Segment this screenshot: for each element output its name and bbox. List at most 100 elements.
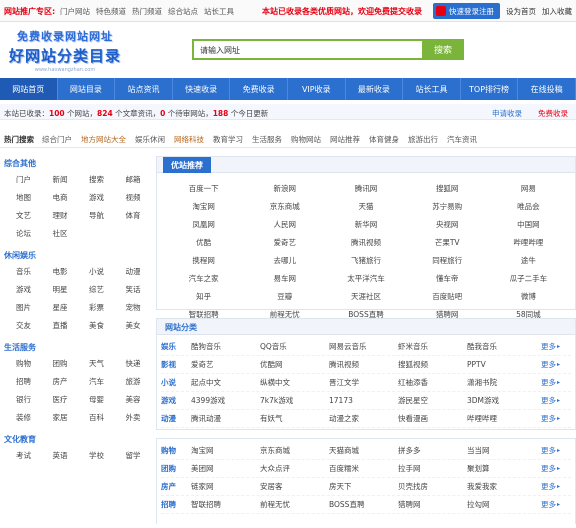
- add-favorite-link[interactable]: 加入收藏: [542, 6, 572, 17]
- sidebar-link[interactable]: 地图: [4, 188, 41, 206]
- site-link[interactable]: 4399游戏: [191, 395, 260, 406]
- recommended-site-link[interactable]: 同程旅行: [407, 251, 488, 269]
- recommended-site-link[interactable]: 网易: [488, 179, 569, 197]
- sidebar-link[interactable]: 文艺: [4, 206, 41, 224]
- recommended-site-link[interactable]: 天猫: [325, 197, 406, 215]
- site-link[interactable]: 7k7k游戏: [260, 395, 329, 406]
- sidebar-link[interactable]: 图片: [4, 298, 41, 316]
- recommended-site-link[interactable]: 知乎: [163, 287, 244, 305]
- site-link[interactable]: 百度糯米: [329, 463, 398, 474]
- free-submit-link[interactable]: 免费收录: [538, 108, 568, 119]
- sidebar-link[interactable]: 英语: [41, 446, 78, 464]
- sidebar-link[interactable]: 家居: [41, 408, 78, 426]
- hot-search-link[interactable]: 汽车资讯: [447, 134, 477, 145]
- site-link[interactable]: 腾讯动漫: [191, 413, 260, 424]
- row-category-label[interactable]: 小说: [161, 377, 191, 388]
- sidebar-link[interactable]: 电商: [41, 188, 78, 206]
- sidebar-link[interactable]: 新闻: [41, 170, 78, 188]
- apply-link[interactable]: 申请收录: [492, 108, 522, 119]
- top-link[interactable]: 站长工具: [204, 6, 234, 17]
- site-link[interactable]: 天猫商城: [329, 445, 398, 456]
- recommended-site-link[interactable]: 百度一下: [163, 179, 244, 197]
- nav-item[interactable]: 站点资讯: [115, 78, 173, 100]
- more-link[interactable]: 更多 ▸: [541, 377, 571, 388]
- site-notice[interactable]: 本站已收录各类优质网站，欢迎免费提交收录: [262, 6, 422, 17]
- sidebar-link[interactable]: 理财: [41, 206, 78, 224]
- site-link[interactable]: 京东商城: [260, 445, 329, 456]
- recommended-site-link[interactable]: 豆瓣: [244, 287, 325, 305]
- hot-search-link[interactable]: 地方网站大全: [81, 134, 126, 145]
- recommended-site-link[interactable]: 淘宝网: [163, 197, 244, 215]
- sidebar-section-title[interactable]: 文化教育: [4, 432, 150, 446]
- nav-item[interactable]: TOP排行榜: [461, 78, 519, 100]
- sidebar-link[interactable]: 论坛: [4, 224, 41, 242]
- nav-item[interactable]: 最新收录: [346, 78, 404, 100]
- sidebar-link[interactable]: 银行: [4, 390, 41, 408]
- more-link[interactable]: 更多 ▸: [541, 499, 571, 510]
- sidebar-link[interactable]: 房产: [41, 372, 78, 390]
- quick-login-button[interactable]: 快速登录注册: [433, 3, 500, 19]
- site-link[interactable]: 纵横中文: [260, 377, 329, 388]
- hot-search-link[interactable]: 娱乐休闲: [135, 134, 165, 145]
- recommended-site-link[interactable]: 新浪网: [244, 179, 325, 197]
- site-link[interactable]: 优酷网: [260, 359, 329, 370]
- sidebar-link[interactable]: 小说: [77, 262, 114, 280]
- site-link[interactable]: 有妖气: [260, 413, 329, 424]
- hot-search-link[interactable]: 教育学习: [213, 134, 243, 145]
- site-logo[interactable]: 免费收录网站网址 好网站分类目录 www.haowangzhan.com: [6, 28, 124, 73]
- recommended-tab[interactable]: 优站推荐: [163, 157, 211, 173]
- sidebar-link[interactable]: 邮箱: [114, 170, 151, 188]
- sidebar-link[interactable]: 游戏: [77, 188, 114, 206]
- site-link[interactable]: 腾讯视频: [329, 359, 398, 370]
- site-link[interactable]: 游民星空: [398, 395, 467, 406]
- sidebar-link[interactable]: 星座: [41, 298, 78, 316]
- sidebar-link[interactable]: 社区: [41, 224, 78, 242]
- site-link[interactable]: 大众点评: [260, 463, 329, 474]
- recommended-site-link[interactable]: 苏宁易购: [407, 197, 488, 215]
- site-link[interactable]: 拉手网: [398, 463, 467, 474]
- row-category-label[interactable]: 游戏: [161, 395, 191, 406]
- hot-search-link[interactable]: 网站推荐: [330, 134, 360, 145]
- site-link[interactable]: 搜狐视频: [398, 359, 467, 370]
- site-link[interactable]: 聚划算: [467, 463, 536, 474]
- row-category-label[interactable]: 娱乐: [161, 341, 191, 352]
- site-link[interactable]: 17173: [329, 396, 398, 405]
- sidebar-link[interactable]: 动漫: [114, 262, 151, 280]
- sidebar-link[interactable]: 笑话: [114, 280, 151, 298]
- sidebar-section-title[interactable]: 综合其他: [4, 156, 150, 170]
- row-category-label[interactable]: 招聘: [161, 499, 191, 510]
- sidebar-link[interactable]: 汽车: [77, 372, 114, 390]
- site-link[interactable]: 房天下: [329, 481, 398, 492]
- recommended-site-link[interactable]: 百度贴吧: [407, 287, 488, 305]
- site-link[interactable]: 智联招聘: [191, 499, 260, 510]
- site-link[interactable]: PPTV: [467, 360, 536, 369]
- sidebar-link[interactable]: 装修: [4, 408, 41, 426]
- sidebar-link[interactable]: 招聘: [4, 372, 41, 390]
- sidebar-link[interactable]: 旅游: [114, 372, 151, 390]
- recommended-site-link[interactable]: 优酷: [163, 233, 244, 251]
- site-link[interactable]: 拼多多: [398, 445, 467, 456]
- recommended-site-link[interactable]: 懂车帝: [407, 269, 488, 287]
- sidebar-link[interactable]: 直播: [41, 316, 78, 334]
- sidebar-link[interactable]: 电影: [41, 262, 78, 280]
- sidebar-link[interactable]: 母婴: [77, 390, 114, 408]
- hot-search-link[interactable]: 网络科技: [174, 134, 204, 145]
- row-category-label[interactable]: 购物: [161, 445, 191, 456]
- more-link[interactable]: 更多 ▸: [541, 395, 571, 406]
- site-link[interactable]: 贝壳找房: [398, 481, 467, 492]
- set-homepage-link[interactable]: 设为首页: [506, 6, 536, 17]
- recommended-site-link[interactable]: 易车网: [244, 269, 325, 287]
- sidebar-link[interactable]: 美食: [77, 316, 114, 334]
- row-category-label[interactable]: 影视: [161, 359, 191, 370]
- recommended-site-link[interactable]: 太平洋汽车: [325, 269, 406, 287]
- site-link[interactable]: 虾米音乐: [398, 341, 467, 352]
- site-link[interactable]: 爱奇艺: [191, 359, 260, 370]
- site-link[interactable]: QQ音乐: [260, 341, 329, 352]
- row-category-label[interactable]: 房产: [161, 481, 191, 492]
- sidebar-link[interactable]: 音乐: [4, 262, 41, 280]
- site-link[interactable]: 链家网: [191, 481, 260, 492]
- recommended-site-link[interactable]: 唯品会: [488, 197, 569, 215]
- more-link[interactable]: 更多 ▸: [541, 445, 571, 456]
- recommended-site-link[interactable]: 途牛: [488, 251, 569, 269]
- category-tab[interactable]: 网站分类: [157, 319, 205, 335]
